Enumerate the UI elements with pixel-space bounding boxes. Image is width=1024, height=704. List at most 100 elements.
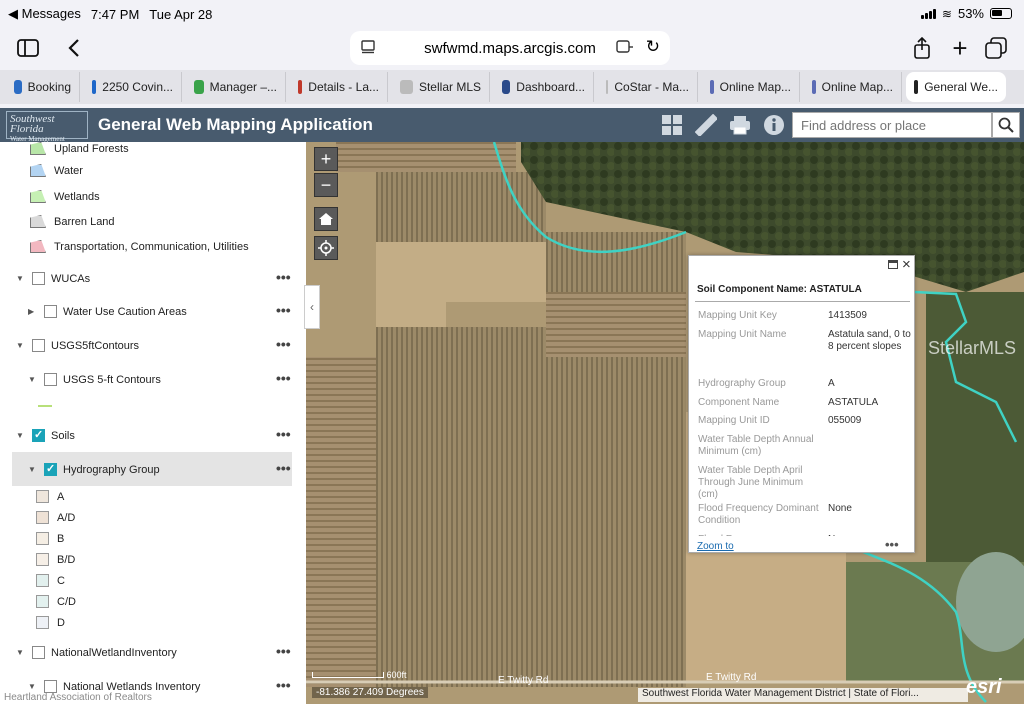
layer-checkbox[interactable]	[44, 305, 57, 318]
collapse-caret-icon[interactable]: ▼	[28, 375, 38, 384]
feature-popup[interactable]: × Soil Component Name: ASTATULA Mapping …	[688, 255, 915, 553]
browser-tab[interactable]: CoStar - Ma...	[598, 72, 698, 102]
legend-swatch	[30, 164, 46, 177]
layer-nationalwetlandinventory[interactable]: ▼ NationalWetlandInventory	[16, 646, 177, 659]
tab-label: Stellar MLS	[418, 80, 481, 94]
layer-options-icon[interactable]: •••	[276, 302, 291, 318]
layer-usgs5ftcontours[interactable]: ▼ USGS5ftContours	[16, 339, 139, 352]
layer-water-use-caution-areas[interactable]: ▶ Water Use Caution Areas	[28, 305, 187, 318]
search-icon[interactable]	[992, 112, 1020, 138]
tab-favicon-icon	[14, 80, 22, 94]
sidebar-toggle-icon[interactable]	[14, 34, 42, 62]
new-tab-icon[interactable]: +	[946, 33, 974, 63]
reload-icon[interactable]: ↻	[646, 37, 660, 57]
layer-hydrography-group[interactable]: ▼ Hydrography Group	[28, 462, 160, 476]
share-icon[interactable]	[908, 34, 936, 62]
layer-checkbox[interactable]	[32, 646, 45, 659]
collapse-caret-icon[interactable]: ▼	[16, 341, 26, 350]
district-logo: Southwest Florida Water Management Distr…	[6, 111, 88, 153]
back-arrow-icon[interactable]	[60, 34, 88, 62]
browser-tab[interactable]: Manager –...	[186, 72, 286, 102]
legend-item: Wetlands	[30, 190, 100, 203]
measure-icon[interactable]	[694, 113, 718, 137]
legend-item: Transportation, Communication, Utilities	[30, 240, 249, 253]
popup-field-value: ASTATULA	[828, 397, 879, 408]
cellular-signal-icon	[920, 8, 936, 19]
realtors-watermark: Heartland Association of Realtors	[4, 692, 152, 703]
tab-favicon-icon	[502, 80, 511, 94]
zoom-in-button[interactable]: +	[314, 147, 338, 171]
tab-favicon-icon	[812, 80, 816, 94]
battery-icon	[990, 8, 1012, 19]
layer-options-icon[interactable]: •••	[276, 336, 291, 352]
legend-swatch	[30, 215, 46, 228]
hydro-class-item: A	[36, 490, 64, 503]
translate-icon[interactable]	[616, 39, 634, 59]
layer-checkbox[interactable]	[44, 373, 57, 386]
browser-tab[interactable]: Online Map...	[804, 72, 902, 102]
print-icon[interactable]	[728, 113, 752, 137]
collapse-caret-icon[interactable]: ▼	[16, 274, 26, 283]
hydro-class-item: C/D	[36, 595, 76, 608]
browser-tab[interactable]: Online Map...	[702, 72, 800, 102]
tab-label: Manager –...	[209, 80, 277, 94]
browser-tab[interactable]: Dashboard...	[494, 72, 594, 102]
layer-checkbox[interactable]	[32, 339, 45, 352]
layer-options-icon[interactable]: •••	[276, 370, 291, 386]
hydro-class-swatch	[36, 511, 49, 524]
tab-favicon-icon	[710, 80, 714, 94]
popup-field-key: Mapping Unit Key	[698, 310, 777, 321]
popup-field-key: Water Table Depth April Through June Min…	[698, 465, 804, 500]
address-bar[interactable]: swfwmd.maps.arcgis.com ↻	[350, 31, 670, 65]
address-search-input[interactable]	[792, 112, 992, 138]
layer-soils[interactable]: ▼ Soils	[16, 428, 75, 442]
tab-label: Details - La...	[308, 80, 379, 94]
tab-overview-icon[interactable]	[982, 34, 1010, 62]
browser-tab[interactable]: Booking	[6, 72, 80, 102]
hydro-class-swatch	[36, 595, 49, 608]
popup-more-icon[interactable]: •••	[885, 537, 899, 552]
layer-options-icon[interactable]: •••	[276, 460, 291, 476]
zoom-out-button[interactable]: −	[314, 173, 338, 197]
browser-tab[interactable]: Stellar MLS	[392, 72, 490, 102]
legend-item: Water	[30, 164, 83, 177]
locate-button[interactable]	[314, 236, 338, 260]
road-label: E Twitty Rd	[706, 672, 757, 683]
info-icon[interactable]	[762, 113, 786, 137]
expand-caret-icon[interactable]: ▶	[28, 307, 38, 316]
layer-checkbox-checked[interactable]	[44, 462, 57, 476]
popup-field-value: A	[828, 378, 835, 389]
legend-swatch	[30, 142, 46, 155]
zoom-to-link[interactable]: Zoom to	[697, 541, 734, 552]
hydro-class-label: B	[57, 532, 65, 545]
wifi-icon: ≋	[941, 6, 952, 21]
map-view[interactable]: + − StellarMLS × Soil Component Name: AS…	[306, 142, 1024, 704]
collapse-caret-icon[interactable]: ▼	[28, 465, 38, 474]
tab-label: CoStar - Ma...	[614, 80, 689, 94]
page-menu-icon[interactable]	[360, 39, 376, 59]
browser-tab[interactable]: Details - La...	[290, 72, 388, 102]
home-button[interactable]	[314, 207, 338, 231]
layer-checkbox[interactable]	[32, 272, 45, 285]
layer-wucas[interactable]: ▼ WUCAs	[16, 272, 90, 285]
layer-checkbox-checked[interactable]	[32, 428, 45, 442]
app-header: Southwest Florida Water Management Distr…	[0, 108, 1024, 153]
browser-tab[interactable]: 2250 Covin...	[84, 72, 182, 102]
layer-options-icon[interactable]: •••	[276, 643, 291, 659]
hydro-class-label: D	[57, 616, 65, 629]
collapse-caret-icon[interactable]: ▼	[28, 682, 38, 691]
collapse-caret-icon[interactable]: ▼	[16, 431, 26, 440]
layer-options-icon[interactable]: •••	[276, 677, 291, 693]
back-to-app-link[interactable]: ◀ Messages	[8, 6, 81, 22]
tab-label: Online Map...	[821, 80, 893, 94]
aerial-imagery	[306, 142, 1024, 704]
basemap-gallery-icon[interactable]	[660, 113, 684, 137]
layer-options-icon[interactable]: •••	[276, 426, 291, 442]
scale-bar: 600ft	[312, 670, 407, 680]
browser-tab[interactable]: General We...	[906, 72, 1006, 102]
legend-item: Barren Land	[30, 215, 115, 228]
layer-usgs-5ft-contours[interactable]: ▼ USGS 5-ft Contours	[28, 373, 161, 386]
layer-options-icon[interactable]: •••	[276, 269, 291, 285]
collapse-caret-icon[interactable]: ▼	[16, 648, 26, 657]
panel-collapse-toggle[interactable]: ‹	[304, 285, 320, 329]
